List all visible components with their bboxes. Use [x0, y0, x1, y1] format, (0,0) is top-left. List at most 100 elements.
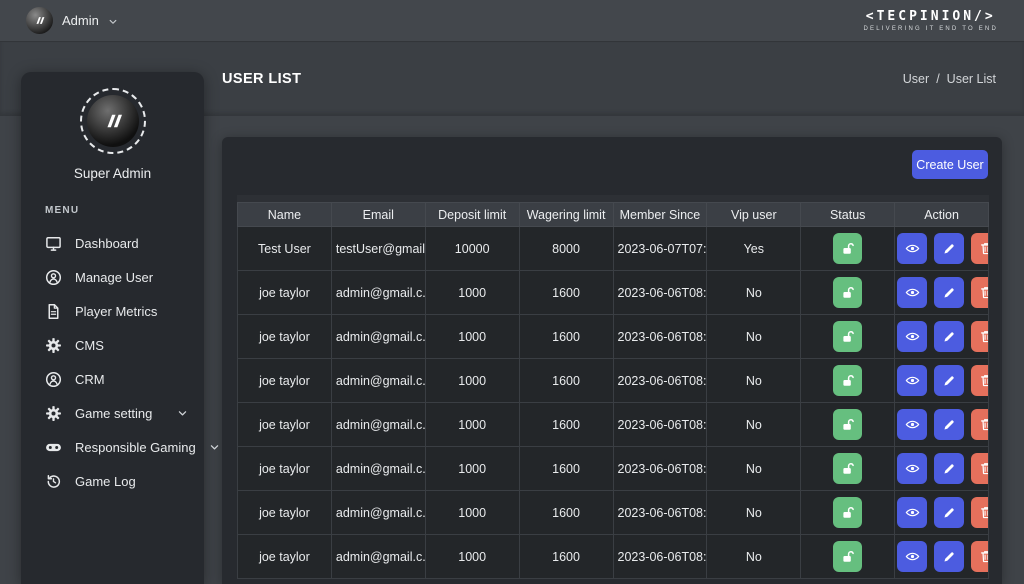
cell-member-since: 2023-06-07T07:... [612, 226, 708, 271]
eye-icon [905, 241, 920, 256]
cell-action [894, 358, 989, 403]
cell-vip-user: No [706, 490, 802, 535]
chevron-down-icon [177, 408, 188, 419]
edit-button[interactable] [934, 233, 965, 264]
trash-icon [979, 329, 989, 344]
trash-icon [979, 285, 989, 300]
page-title: USER LIST [222, 71, 302, 87]
edit-button[interactable] [934, 277, 965, 308]
unlock-icon [840, 461, 856, 477]
edit-button[interactable] [934, 497, 965, 528]
edit-button[interactable] [934, 453, 965, 484]
table-row: joe taylor admin@gmail.c... 1000 1600 20… [237, 490, 989, 535]
cell-email: admin@gmail.c... [330, 314, 426, 359]
delete-button[interactable] [971, 409, 988, 440]
unlock-icon [840, 241, 856, 257]
unlock-status-button[interactable] [833, 453, 863, 484]
gear-icon [45, 337, 62, 354]
view-button[interactable] [897, 497, 928, 528]
cell-deposit-limit: 1000 [424, 534, 520, 579]
sidebar: Super Admin MENU Dashboard Manage User P… [21, 72, 204, 584]
view-button[interactable] [897, 277, 928, 308]
cell-status [800, 270, 896, 315]
table-row: joe taylor admin@gmail.c... 1000 1600 20… [237, 270, 989, 315]
sidebar-item-game-log[interactable]: Game Log [21, 464, 204, 498]
cell-name: joe taylor [237, 358, 332, 403]
sidebar-item-label: Dashboard [75, 235, 139, 251]
sidebar-item-manage-user[interactable]: Manage User [21, 260, 204, 294]
admin-label: Admin [62, 13, 99, 28]
cell-member-since: 2023-06-06T08:... [612, 490, 708, 535]
unlock-icon [840, 329, 856, 345]
action-buttons [896, 321, 988, 352]
delete-button[interactable] [971, 233, 988, 264]
view-button[interactable] [897, 233, 928, 264]
user-table: Name Email Deposit limit Wagering limit Memb… [237, 202, 989, 579]
delete-button[interactable] [971, 321, 988, 352]
cell-email: admin@gmail.c... [330, 270, 426, 315]
delete-button[interactable] [971, 541, 988, 572]
unlock-icon [840, 417, 856, 433]
admin-dropdown[interactable]: Admin [26, 7, 118, 34]
view-button[interactable] [897, 541, 928, 572]
sidebar-item-dashboard[interactable]: Dashboard [21, 226, 204, 260]
unlock-icon [840, 505, 856, 521]
view-button[interactable] [897, 409, 928, 440]
view-button[interactable] [897, 365, 928, 396]
breadcrumb-user-link[interactable]: User [903, 72, 929, 86]
edit-button[interactable] [934, 409, 965, 440]
unlock-status-button[interactable] [833, 497, 863, 528]
edit-button[interactable] [934, 321, 965, 352]
cell-status [800, 446, 896, 491]
column-header-vip-user: Vip user [706, 202, 802, 227]
top-navbar: Admin <TECPINION/> DELIVERING IT END TO … [0, 0, 1024, 42]
create-user-button[interactable]: Create User [912, 150, 988, 179]
edit-button[interactable] [934, 365, 965, 396]
sidebar-item-game-setting[interactable]: Game setting [21, 396, 204, 430]
view-button[interactable] [897, 453, 928, 484]
cell-vip-user: Yes [706, 226, 802, 271]
unlock-status-button[interactable] [833, 233, 863, 264]
user-circle-icon [45, 269, 62, 286]
cell-action [894, 270, 989, 315]
dashboard-icon [45, 235, 62, 252]
cell-status [800, 490, 896, 535]
delete-button[interactable] [971, 365, 988, 396]
sidebar-item-crm[interactable]: CRM [21, 362, 204, 396]
edit-button[interactable] [934, 541, 965, 572]
unlock-status-button[interactable] [833, 277, 863, 308]
delete-button[interactable] [971, 453, 988, 484]
user-table-container: Name Email Deposit limit Wagering limit Memb… [237, 195, 989, 579]
sidebar-item-player-metrics[interactable]: Player Metrics [21, 294, 204, 328]
unlock-status-button[interactable] [833, 541, 863, 572]
history-icon [45, 473, 62, 490]
cell-wagering-limit: 1600 [518, 358, 614, 403]
unlock-status-button[interactable] [833, 365, 863, 396]
cell-member-since: 2023-06-06T08:... [612, 534, 708, 579]
content-card: Create User Name Email Deposit limit Wageri… [222, 137, 1002, 584]
cell-name: joe taylor [237, 534, 332, 579]
delete-button[interactable] [971, 497, 988, 528]
pencil-icon [942, 418, 956, 432]
cell-name: Test User [237, 226, 332, 271]
cell-deposit-limit: 1000 [424, 314, 520, 359]
sidebar-item-responsible-gaming[interactable]: Responsible Gaming [21, 430, 204, 464]
sidebar-item-label: Manage User [75, 269, 154, 285]
view-button[interactable] [897, 321, 928, 352]
unlock-status-button[interactable] [833, 409, 863, 440]
profile-name: Super Admin [73, 166, 152, 181]
table-row: joe taylor admin@gmail.c... 1000 1600 20… [237, 358, 989, 403]
pencil-icon [942, 374, 956, 388]
cell-member-since: 2023-06-06T08:... [612, 358, 708, 403]
column-header-wagering-limit: Wagering limit [518, 202, 614, 227]
unlock-status-button[interactable] [833, 321, 863, 352]
sidebar-item-cms[interactable]: CMS [21, 328, 204, 362]
cell-action [894, 446, 989, 491]
delete-button[interactable] [971, 277, 988, 308]
pencil-icon [942, 462, 956, 476]
cell-deposit-limit: 1000 [424, 358, 520, 403]
action-buttons [896, 409, 988, 440]
user-circle-icon [45, 371, 62, 388]
eye-icon [905, 285, 920, 300]
column-header-status: Status [800, 202, 896, 227]
